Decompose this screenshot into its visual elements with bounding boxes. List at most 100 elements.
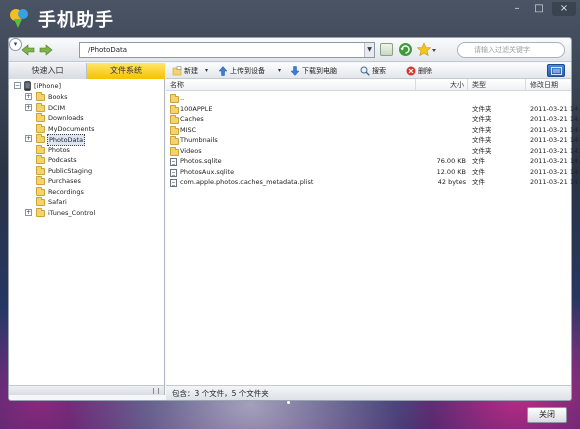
search-button[interactable]: 搜索 xyxy=(360,65,390,77)
file-type: 文件夹 xyxy=(472,146,492,155)
tree-item-label: Purchases xyxy=(48,177,81,185)
file-type: 文件 xyxy=(472,157,485,165)
download-to-pc-button[interactable]: 下载到电脑 xyxy=(290,65,350,77)
file-name: 100APPLE xyxy=(180,104,213,113)
minimize-button[interactable]: – xyxy=(506,2,528,16)
app-window: 手机助手 – □ × ▾ /PhotoData ▼ 请输入过滤关键字 快速入口 … xyxy=(0,0,580,429)
tree-item-label: Downloads xyxy=(48,114,84,122)
file-icon xyxy=(170,168,177,177)
app-logo-icon xyxy=(10,9,28,28)
folder-icon xyxy=(36,186,45,196)
folder-icon xyxy=(170,104,179,114)
file-type: 文件夹 xyxy=(472,136,492,144)
file-row[interactable]: com.apple.photos.caches_metadata.plist 4… xyxy=(166,177,580,188)
maximize-button[interactable]: □ xyxy=(528,2,550,16)
file-row[interactable]: 100APPLE 文件夹 2011-03-21 14:39 xyxy=(166,104,580,115)
list-view-icon xyxy=(551,67,562,75)
column-type-header[interactable]: 类型 xyxy=(468,79,526,91)
collapse-icon[interactable]: − xyxy=(14,82,21,89)
delete-label: 删除 xyxy=(418,67,432,75)
file-row[interactable]: Caches 文件夹 2011-03-21 14:39 xyxy=(166,114,580,125)
tab-file-system[interactable]: 文件系统 xyxy=(87,63,165,79)
file-type: 文件夹 xyxy=(472,115,492,123)
forward-arrow-icon[interactable] xyxy=(39,43,53,57)
search-icon xyxy=(360,66,370,76)
view-mode-button[interactable] xyxy=(547,64,565,77)
delete-button[interactable]: 删除 xyxy=(406,65,436,77)
tree-item-label: Safari xyxy=(48,198,67,206)
file-row[interactable]: Photos.sqlite 76.00 KB 文件 2011-03-21 14:… xyxy=(166,156,580,167)
file-name: Thumbnails xyxy=(180,136,218,144)
path-input[interactable]: /PhotoData xyxy=(79,42,375,58)
status-text: 包含：3 个文件，5 个文件夹 xyxy=(172,389,269,398)
folder-icon xyxy=(36,144,45,154)
close-window-button[interactable]: × xyxy=(552,2,576,16)
column-size-header[interactable]: 大小 xyxy=(416,79,468,91)
upload-to-device-button[interactable]: 上传到设备 ▾ xyxy=(218,65,290,77)
file-toolbar: 新建 ▾ 上传到设备 ▾ 下载到电脑 搜索 删除 xyxy=(166,63,571,79)
app-title: 手机助手 xyxy=(38,10,114,31)
go-button[interactable] xyxy=(380,43,393,56)
expand-icon[interactable]: + xyxy=(25,135,32,142)
status-bar: 包含：3 个文件，5 个文件夹 xyxy=(166,385,571,400)
back-arrow-icon[interactable] xyxy=(21,43,35,57)
column-date-header[interactable]: 修改日期 xyxy=(526,79,571,91)
file-date: 2011-03-21 14:39 xyxy=(530,178,580,186)
file-name: MISC xyxy=(180,125,197,134)
filter-input[interactable]: 请输入过滤关键字 xyxy=(457,42,565,58)
file-name: PhotosAux.sqlite xyxy=(180,167,235,176)
tree-item-label: MyDocuments xyxy=(48,124,95,133)
file-row[interactable]: .. xyxy=(166,93,571,104)
file-row[interactable]: Videos 文件夹 2011-03-21 14:07 xyxy=(166,146,580,157)
page-indicator-dot xyxy=(287,401,290,404)
title-bar: 手机助手 – □ × xyxy=(0,0,580,36)
folder-icon xyxy=(36,113,45,122)
file-date: 2011-03-21 14:39 xyxy=(530,157,580,165)
tree-root-label: [iPhone] xyxy=(34,82,62,90)
folder-icon xyxy=(36,165,45,175)
tree-item-label: Podcasts xyxy=(48,156,77,164)
file-name: com.apple.photos.caches_metadata.plist xyxy=(180,178,314,186)
tree-item-label: Photos xyxy=(48,145,70,154)
file-icon xyxy=(170,158,177,166)
column-name-header[interactable]: 名称 xyxy=(166,79,416,91)
file-date: 2011-03-21 14:39 xyxy=(530,115,580,123)
tree-splitter[interactable] xyxy=(9,385,165,395)
close-button[interactable]: 关闭 xyxy=(527,407,567,423)
upload-dropdown-icon[interactable]: ▾ xyxy=(278,65,281,77)
new-dropdown-icon[interactable]: ▾ xyxy=(205,65,208,77)
refresh-icon[interactable] xyxy=(398,42,413,57)
folder-icon xyxy=(170,136,179,145)
folder-icon xyxy=(170,115,179,124)
expand-icon[interactable]: + xyxy=(25,103,32,111)
folder-tree: − [iPhone] + Books + DCIM Downloads MyDo… xyxy=(9,79,165,385)
file-row[interactable]: PhotosAux.sqlite 12.00 KB 文件 2011-03-21 … xyxy=(166,167,580,178)
tree-item-label: Recordings xyxy=(48,187,84,196)
file-date: 2011-03-21 14:32 xyxy=(530,125,580,134)
tab-quick-access[interactable]: 快速入口 xyxy=(9,63,87,79)
new-button[interactable]: 新建 ▾ xyxy=(172,65,212,77)
file-date: 2011-03-21 14:07 xyxy=(530,146,580,155)
file-type: 文件 xyxy=(472,167,485,176)
search-label: 搜索 xyxy=(372,67,386,75)
expand-icon[interactable]: + xyxy=(25,208,32,216)
file-row[interactable]: Thumbnails 文件夹 2011-03-21 14:39 xyxy=(166,135,580,146)
new-label: 新建 xyxy=(184,67,198,75)
download-label: 下载到电脑 xyxy=(302,67,337,75)
file-date: 2011-03-21 14:39 xyxy=(530,136,580,144)
path-dropdown-icon[interactable]: ▼ xyxy=(364,43,374,57)
folder-icon xyxy=(36,92,45,101)
new-folder-icon xyxy=(172,66,182,76)
expand-icon[interactable]: + xyxy=(25,93,32,100)
upload-label: 上传到设备 xyxy=(230,67,265,75)
folder-icon xyxy=(170,125,179,135)
splitter-grip-icon[interactable] xyxy=(153,388,159,394)
file-name: Caches xyxy=(180,115,204,123)
delete-icon xyxy=(406,66,416,76)
file-date: 2011-03-21 14:39 xyxy=(530,104,580,113)
file-date: 2011-03-21 14:39 xyxy=(530,167,580,176)
favorite-star-icon[interactable] xyxy=(417,42,437,57)
download-arrow-icon xyxy=(290,66,300,76)
folder-icon xyxy=(36,176,45,185)
file-row[interactable]: MISC 文件夹 2011-03-21 14:32 xyxy=(166,125,580,136)
